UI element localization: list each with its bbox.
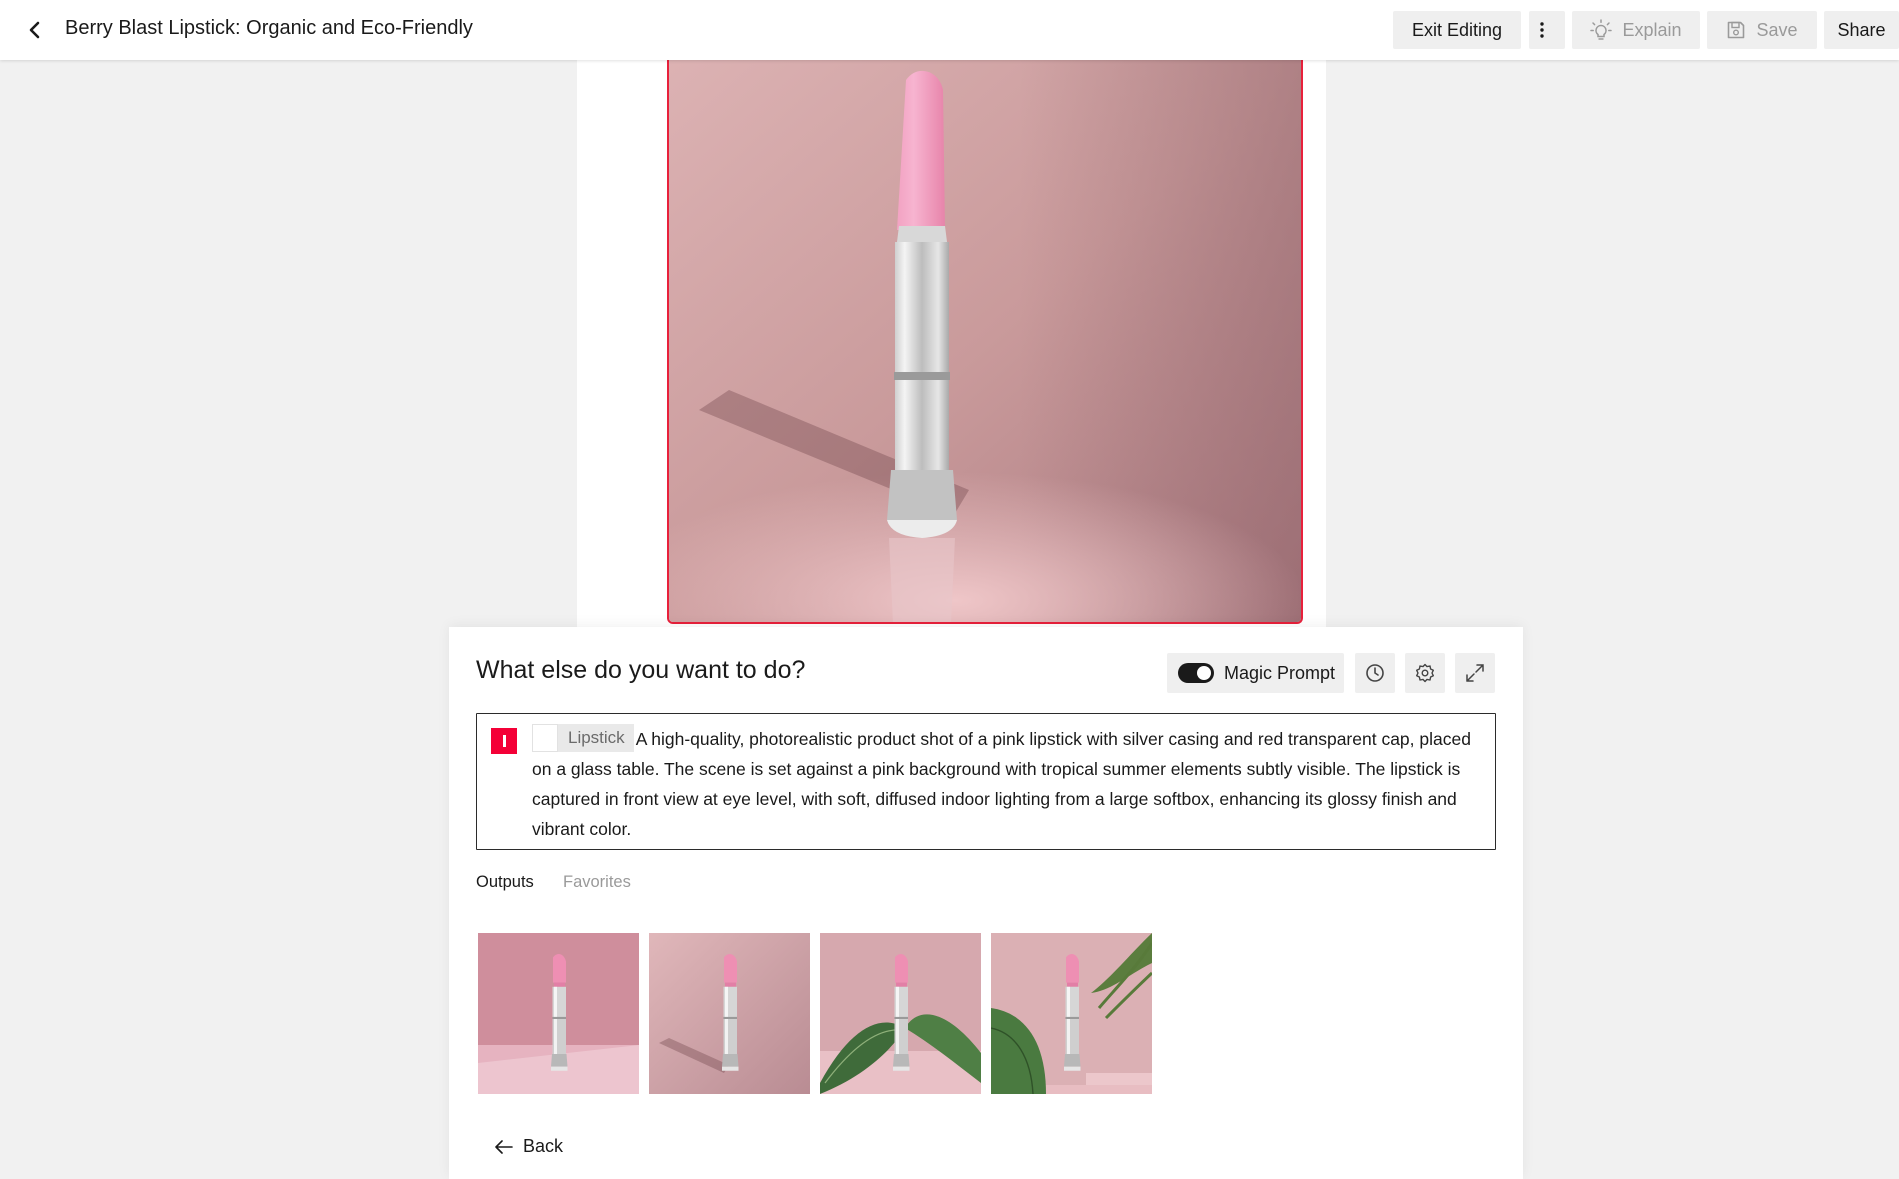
lipstick-product-image [669,60,1301,622]
tab-favorites[interactable]: Favorites [563,871,631,893]
prompt-text: A high-quality, photorealistic product s… [532,729,1471,839]
canvas-area [577,60,1326,630]
history-icon [1366,664,1384,682]
lightbulb-icon [1590,19,1613,40]
selected-product-image[interactable] [667,60,1303,624]
save-icon [1728,21,1745,39]
save-button[interactable]: Save [1707,11,1817,49]
toggle-switch[interactable] [1178,663,1214,683]
brand-logo-icon [491,728,517,754]
exit-editing-label: Exit Editing [1411,19,1503,40]
back-chevron-button[interactable] [20,15,50,45]
back-button[interactable]: Back [495,1136,563,1157]
prompt-panel: What else do you want to do? Magic Promp… [449,627,1523,1179]
prompt-input[interactable]: Lipstick A high-quality, photorealistic … [476,713,1496,850]
explain-label: Explain [1622,19,1682,40]
magic-prompt-toggle[interactable]: Magic Prompt [1167,653,1344,693]
page-title: Berry Blast Lipstick: Organic and Eco-Fr… [65,17,473,39]
back-label: Back [523,1136,564,1156]
share-label: Share [1837,19,1886,40]
settings-icon [1416,663,1434,683]
lipstick-thumbnail-icon [532,724,558,752]
top-bar: Berry Blast Lipstick: Organic and Eco-Fr… [0,0,1899,60]
expand-icon [1466,664,1484,682]
panel-title: What else do you want to do? [476,656,806,684]
reference-chip[interactable]: Lipstick [532,724,634,752]
share-button[interactable]: Share [1824,11,1899,49]
arrow-left-icon [495,1139,513,1154]
output-thumbnail[interactable] [991,933,1152,1094]
output-thumbnail[interactable] [478,933,639,1094]
settings-button[interactable] [1405,653,1445,693]
expand-button[interactable] [1455,653,1495,693]
output-thumbnail[interactable] [649,933,810,1094]
reference-chip-label: Lipstick [558,724,634,752]
more-options-button[interactable] [1529,11,1565,49]
explain-button[interactable]: Explain [1572,11,1700,49]
save-label: Save [1756,19,1798,40]
history-button[interactable] [1355,653,1395,693]
more-vertical-icon [1540,22,1544,38]
chevron-left-icon [29,21,40,39]
tab-outputs[interactable]: Outputs [476,871,534,893]
output-thumbnail[interactable] [820,933,981,1094]
magic-prompt-label: Magic Prompt [1224,662,1336,683]
exit-editing-button[interactable]: Exit Editing [1393,11,1521,49]
